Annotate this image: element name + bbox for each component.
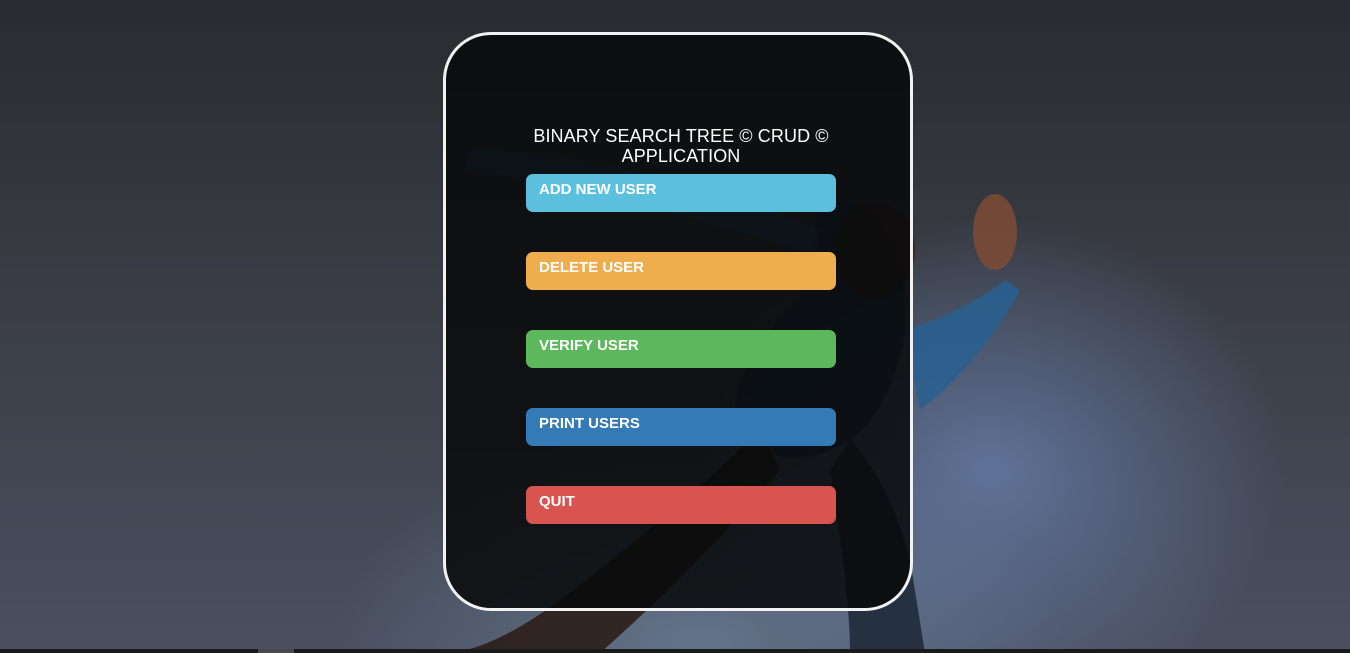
title-line-2: APPLICATION xyxy=(621,146,741,166)
title-line-1: BINARY SEARCH TREE © CRUD © xyxy=(533,126,829,146)
delete-user-button[interactable]: DELETE USER xyxy=(526,252,836,290)
quit-button[interactable]: QUIT xyxy=(526,486,836,524)
bottom-bar xyxy=(0,649,1350,653)
page-title: BINARY SEARCH TREE © CRUD © APPLICATION xyxy=(446,126,916,166)
bottom-bar-segment xyxy=(258,649,294,653)
menu-card: BINARY SEARCH TREE © CRUD © APPLICATION … xyxy=(443,32,913,611)
print-users-button[interactable]: PRINT USERS xyxy=(526,408,836,446)
verify-user-button[interactable]: VERIFY USER xyxy=(526,330,836,368)
add-new-user-button[interactable]: ADD NEW USER xyxy=(526,174,836,212)
